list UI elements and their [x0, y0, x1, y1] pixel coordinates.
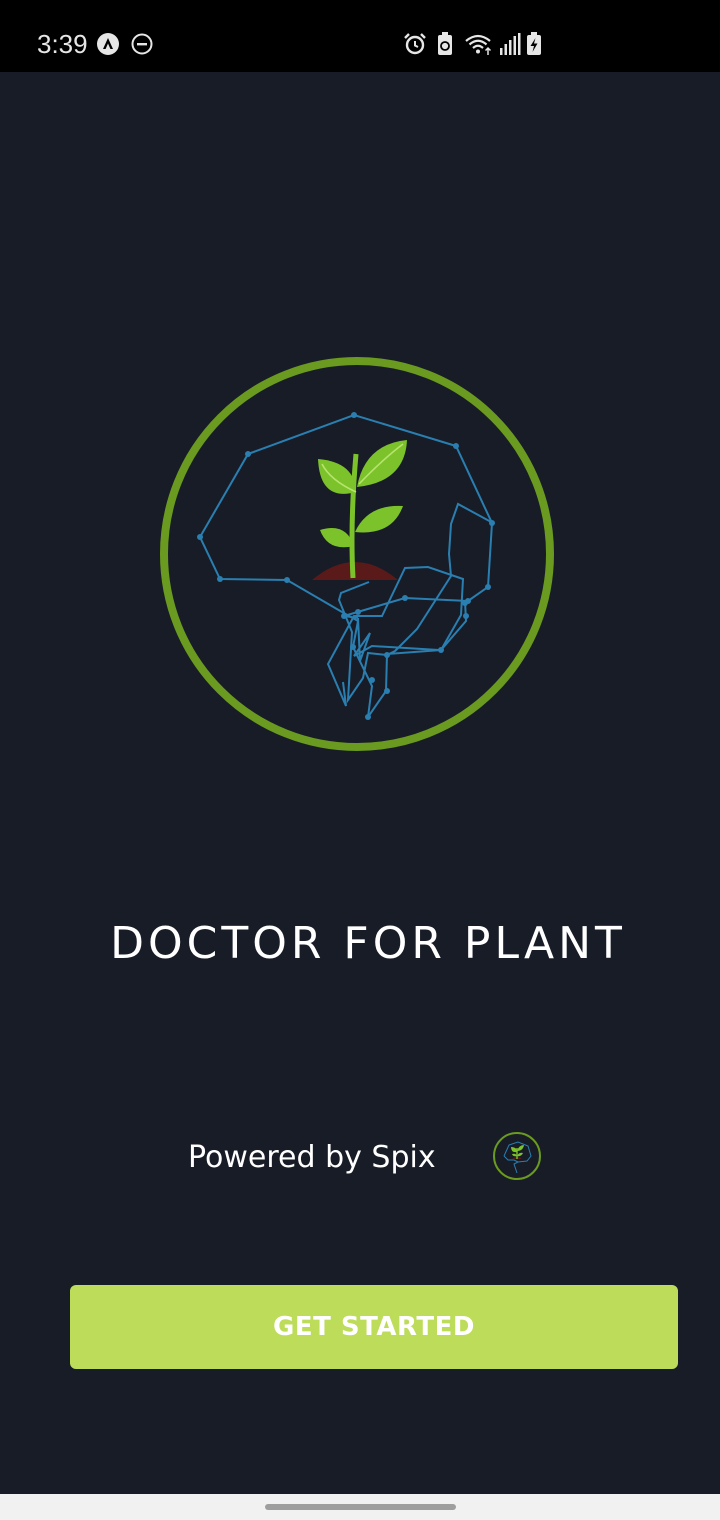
alarm-icon [404, 33, 426, 55]
home-gesture-handle[interactable] [265, 1504, 456, 1510]
signal-icon [500, 33, 521, 55]
battery-charging-icon [527, 32, 541, 55]
brain-plant-logo-icon [160, 357, 554, 751]
spix-logo-icon [493, 1132, 541, 1180]
navigation-a-icon [97, 33, 119, 55]
status-bar: 3:39 [0, 0, 720, 72]
navigation-bar [0, 1494, 720, 1520]
do-not-disturb-icon [131, 33, 153, 55]
app-title: DOCTOR FOR PLANT [110, 918, 626, 969]
powered-by-text: Powered by Spix [188, 1140, 436, 1175]
powered-by-row: Powered by Spix [0, 1128, 720, 1188]
get-started-button[interactable]: GET STARTED [70, 1285, 678, 1369]
battery-saver-icon [438, 32, 452, 55]
wifi-icon [465, 34, 492, 55]
status-time: 3:39 [37, 29, 88, 59]
